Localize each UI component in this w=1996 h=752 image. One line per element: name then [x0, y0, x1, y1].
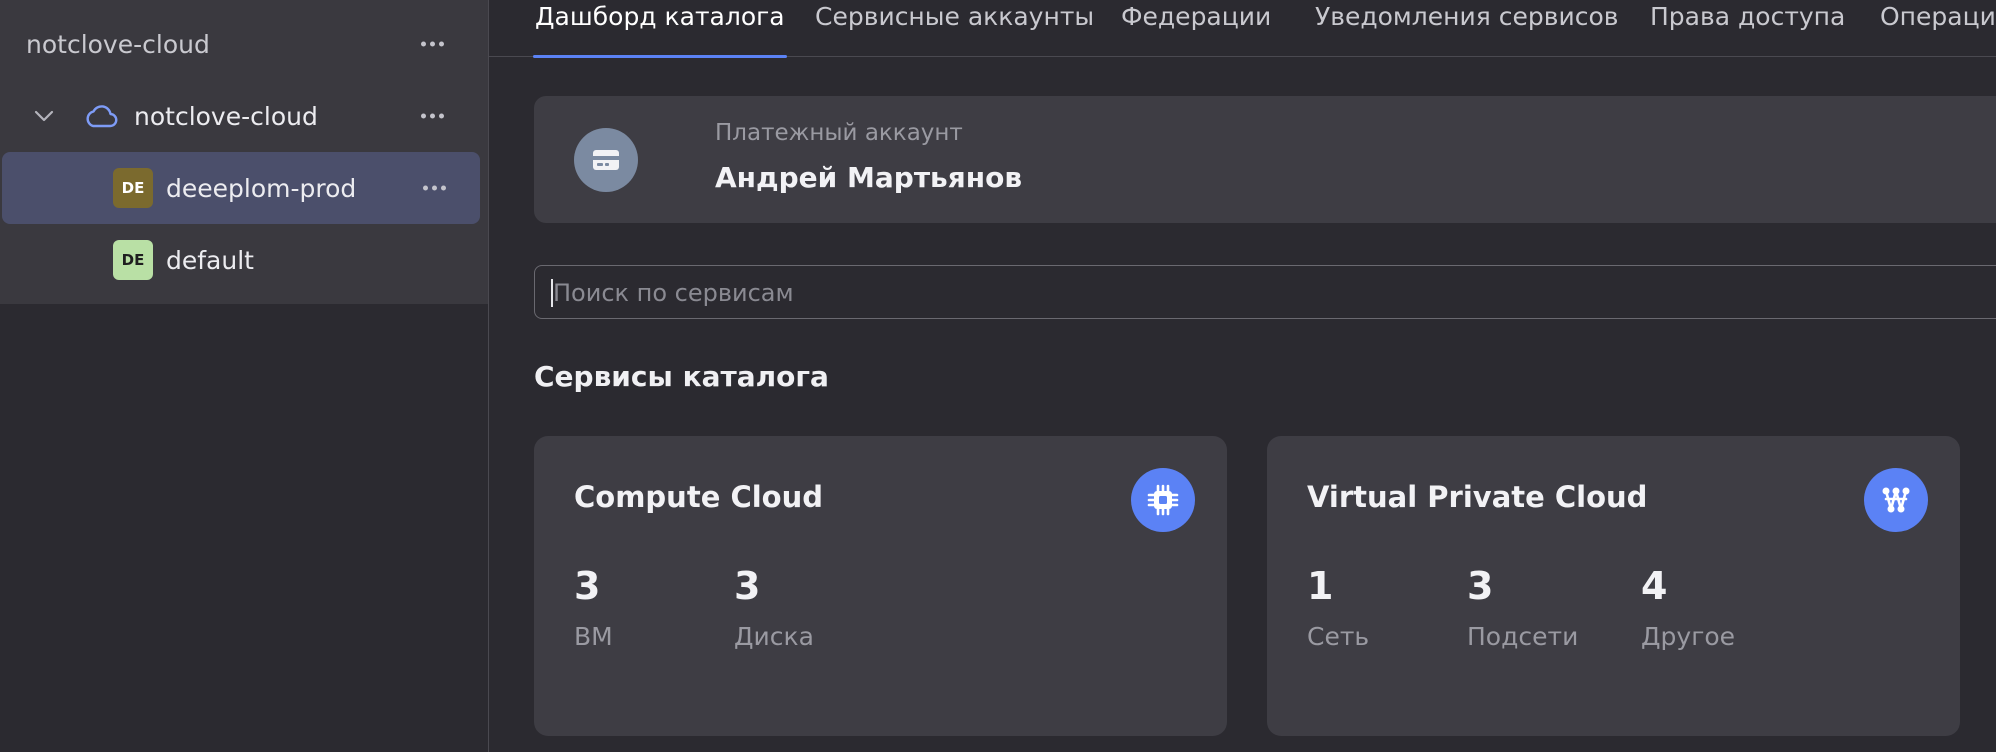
credit-card-icon — [574, 128, 638, 192]
tab-service-accounts[interactable]: Сервисные аккаунты — [815, 0, 1094, 56]
folder-badge: DE — [113, 168, 153, 208]
tree-item-folder-default[interactable]: DE default — [0, 224, 488, 296]
service-card-title: Virtual Private Cloud — [1307, 480, 1648, 514]
folder-label: deeeplom-prod — [166, 173, 357, 203]
metric-subnets[interactable]: 3 Подсети — [1467, 564, 1578, 651]
billing-account-name[interactable]: Андрей Мартьянов — [715, 161, 1022, 194]
service-card-vpc[interactable]: Virtual Private Cloud 1 Сеть 3 Подсети 4… — [1267, 436, 1960, 736]
service-card-title: Compute Cloud — [574, 480, 824, 514]
service-search-input[interactable] — [551, 266, 1955, 320]
metric-value: 4 — [1641, 564, 1668, 608]
folder-more-icon[interactable] — [417, 180, 452, 197]
cloud-icon — [86, 105, 118, 128]
metric-label: ВМ — [574, 622, 613, 651]
tab-operations[interactable]: Операции — [1880, 0, 1996, 56]
billing-account-card[interactable]: Платежный аккаунт Андрей Мартьянов — [534, 96, 1996, 223]
resource-tree: notclove-cloud notclove-cloud DE deeeplo… — [0, 0, 488, 304]
metric-label: Подсети — [1467, 622, 1579, 651]
cloud-header[interactable]: notclove-cloud — [0, 8, 488, 80]
cloud-header-label: notclove-cloud — [26, 29, 210, 59]
tab-dashboard[interactable]: Дашборд каталога — [533, 0, 787, 58]
main-content: Дашборд каталога Сервисные аккаунты Феде… — [489, 0, 1996, 752]
tab-access-rights[interactable]: Права доступа — [1650, 0, 1845, 56]
tab-service-notifications[interactable]: Уведомления сервисов — [1315, 0, 1618, 56]
tab-federations[interactable]: Федерации — [1121, 0, 1271, 56]
folder-badge: DE — [113, 240, 153, 280]
chevron-down-icon[interactable] — [32, 104, 56, 128]
metric-other[interactable]: 4 Другое — [1641, 564, 1735, 651]
billing-account-caption: Платежный аккаунт — [715, 120, 963, 146]
tree-item-cloud-label: notclove-cloud — [134, 101, 318, 131]
metric-label: Диска — [734, 622, 814, 651]
network-icon — [1864, 468, 1928, 532]
tab-bar: Дашборд каталога Сервисные аккаунты Феде… — [489, 0, 1996, 58]
metric-network[interactable]: 1 Сеть — [1307, 564, 1369, 651]
metric-value: 1 — [1307, 564, 1334, 608]
tree-item-folder-deeeplom-prod[interactable]: DE deeeplom-prod — [2, 152, 480, 224]
chip-icon — [1131, 468, 1195, 532]
metric-value: 3 — [734, 564, 761, 608]
metric-disks[interactable]: 3 Диска — [734, 564, 814, 651]
service-search[interactable] — [534, 265, 1996, 320]
sidebar: notclove-cloud notclove-cloud DE deeeplo… — [0, 0, 489, 752]
metric-vm[interactable]: 3 ВМ — [574, 564, 613, 651]
metric-label: Сеть — [1307, 622, 1370, 651]
cloud-header-more-icon[interactable] — [415, 36, 450, 53]
tree-item-cloud-more-icon[interactable] — [415, 108, 450, 125]
folder-label: default — [166, 245, 254, 275]
section-title: Сервисы каталога — [534, 360, 829, 393]
tree-item-cloud[interactable]: notclove-cloud — [0, 80, 488, 152]
metric-label: Другое — [1641, 622, 1736, 651]
service-card-compute-cloud[interactable]: Compute Cloud 3 ВМ 3 Диска — [534, 436, 1227, 736]
text-caret — [551, 279, 553, 307]
metric-value: 3 — [1467, 564, 1494, 608]
metric-value: 3 — [574, 564, 601, 608]
